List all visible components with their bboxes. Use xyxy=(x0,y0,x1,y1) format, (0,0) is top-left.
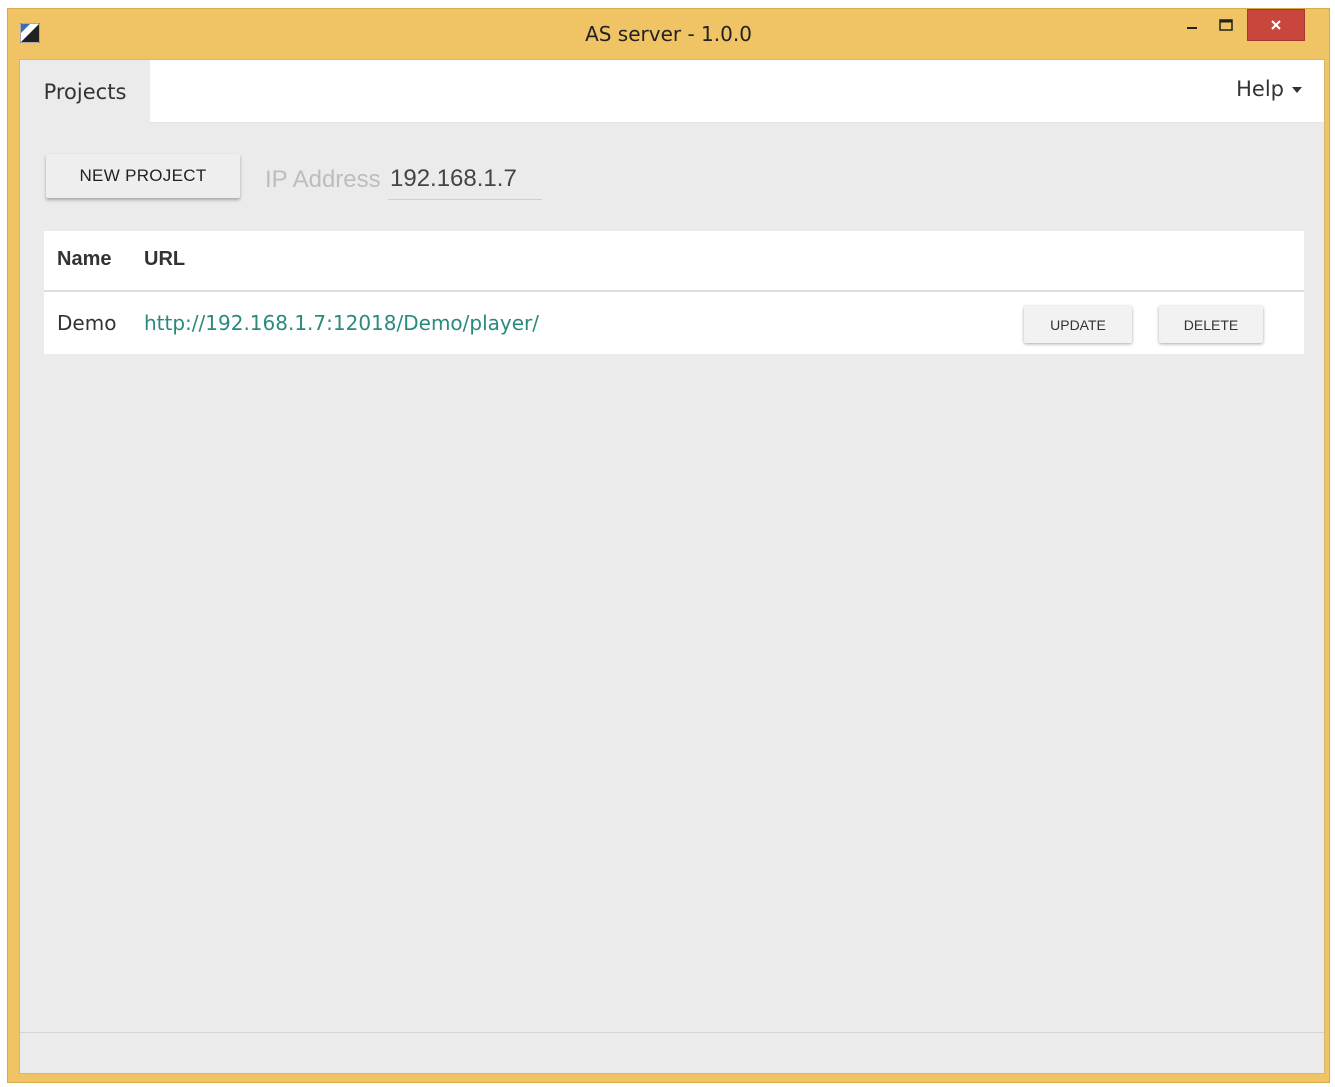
projects-table: Name URL Demo http://192.168.1.7:12018/D… xyxy=(44,231,1304,354)
tab-projects[interactable]: Projects xyxy=(20,60,150,123)
help-menu-label: Help xyxy=(1236,77,1284,101)
minimize-button[interactable] xyxy=(1175,9,1209,41)
ip-address-label: IP Address xyxy=(265,166,381,193)
client-area: Projects Help NEW PROJECT IP Address Nam… xyxy=(19,59,1325,1074)
ip-address-input[interactable] xyxy=(388,158,542,200)
column-header-url: URL xyxy=(144,248,186,270)
window-title: AS server - 1.0.0 xyxy=(585,22,752,46)
tab-bar: Projects Help xyxy=(20,60,1324,123)
app-window: AS server - 1.0.0 Projects Help NEW PROJ… xyxy=(7,8,1330,1083)
project-url-link[interactable]: http://192.168.1.7:12018/Demo/player/ xyxy=(144,311,539,335)
close-button[interactable] xyxy=(1247,9,1305,41)
column-header-name: Name xyxy=(57,248,112,270)
minimize-icon xyxy=(1187,27,1197,29)
status-bar xyxy=(20,1032,1324,1073)
title-bar[interactable]: AS server - 1.0.0 xyxy=(8,9,1329,59)
caret-down-icon xyxy=(1292,87,1302,93)
table-header: Name URL xyxy=(44,231,1304,292)
project-name: Demo xyxy=(57,311,117,335)
table-row: Demo http://192.168.1.7:12018/Demo/playe… xyxy=(44,292,1304,354)
help-menu[interactable]: Help xyxy=(1236,77,1302,101)
maximize-icon xyxy=(1219,19,1233,31)
close-icon xyxy=(1271,20,1281,30)
update-button[interactable]: UPDATE xyxy=(1024,306,1132,343)
new-project-button[interactable]: NEW PROJECT xyxy=(46,154,240,198)
maximize-button[interactable] xyxy=(1209,9,1243,41)
delete-button[interactable]: DELETE xyxy=(1159,306,1263,343)
